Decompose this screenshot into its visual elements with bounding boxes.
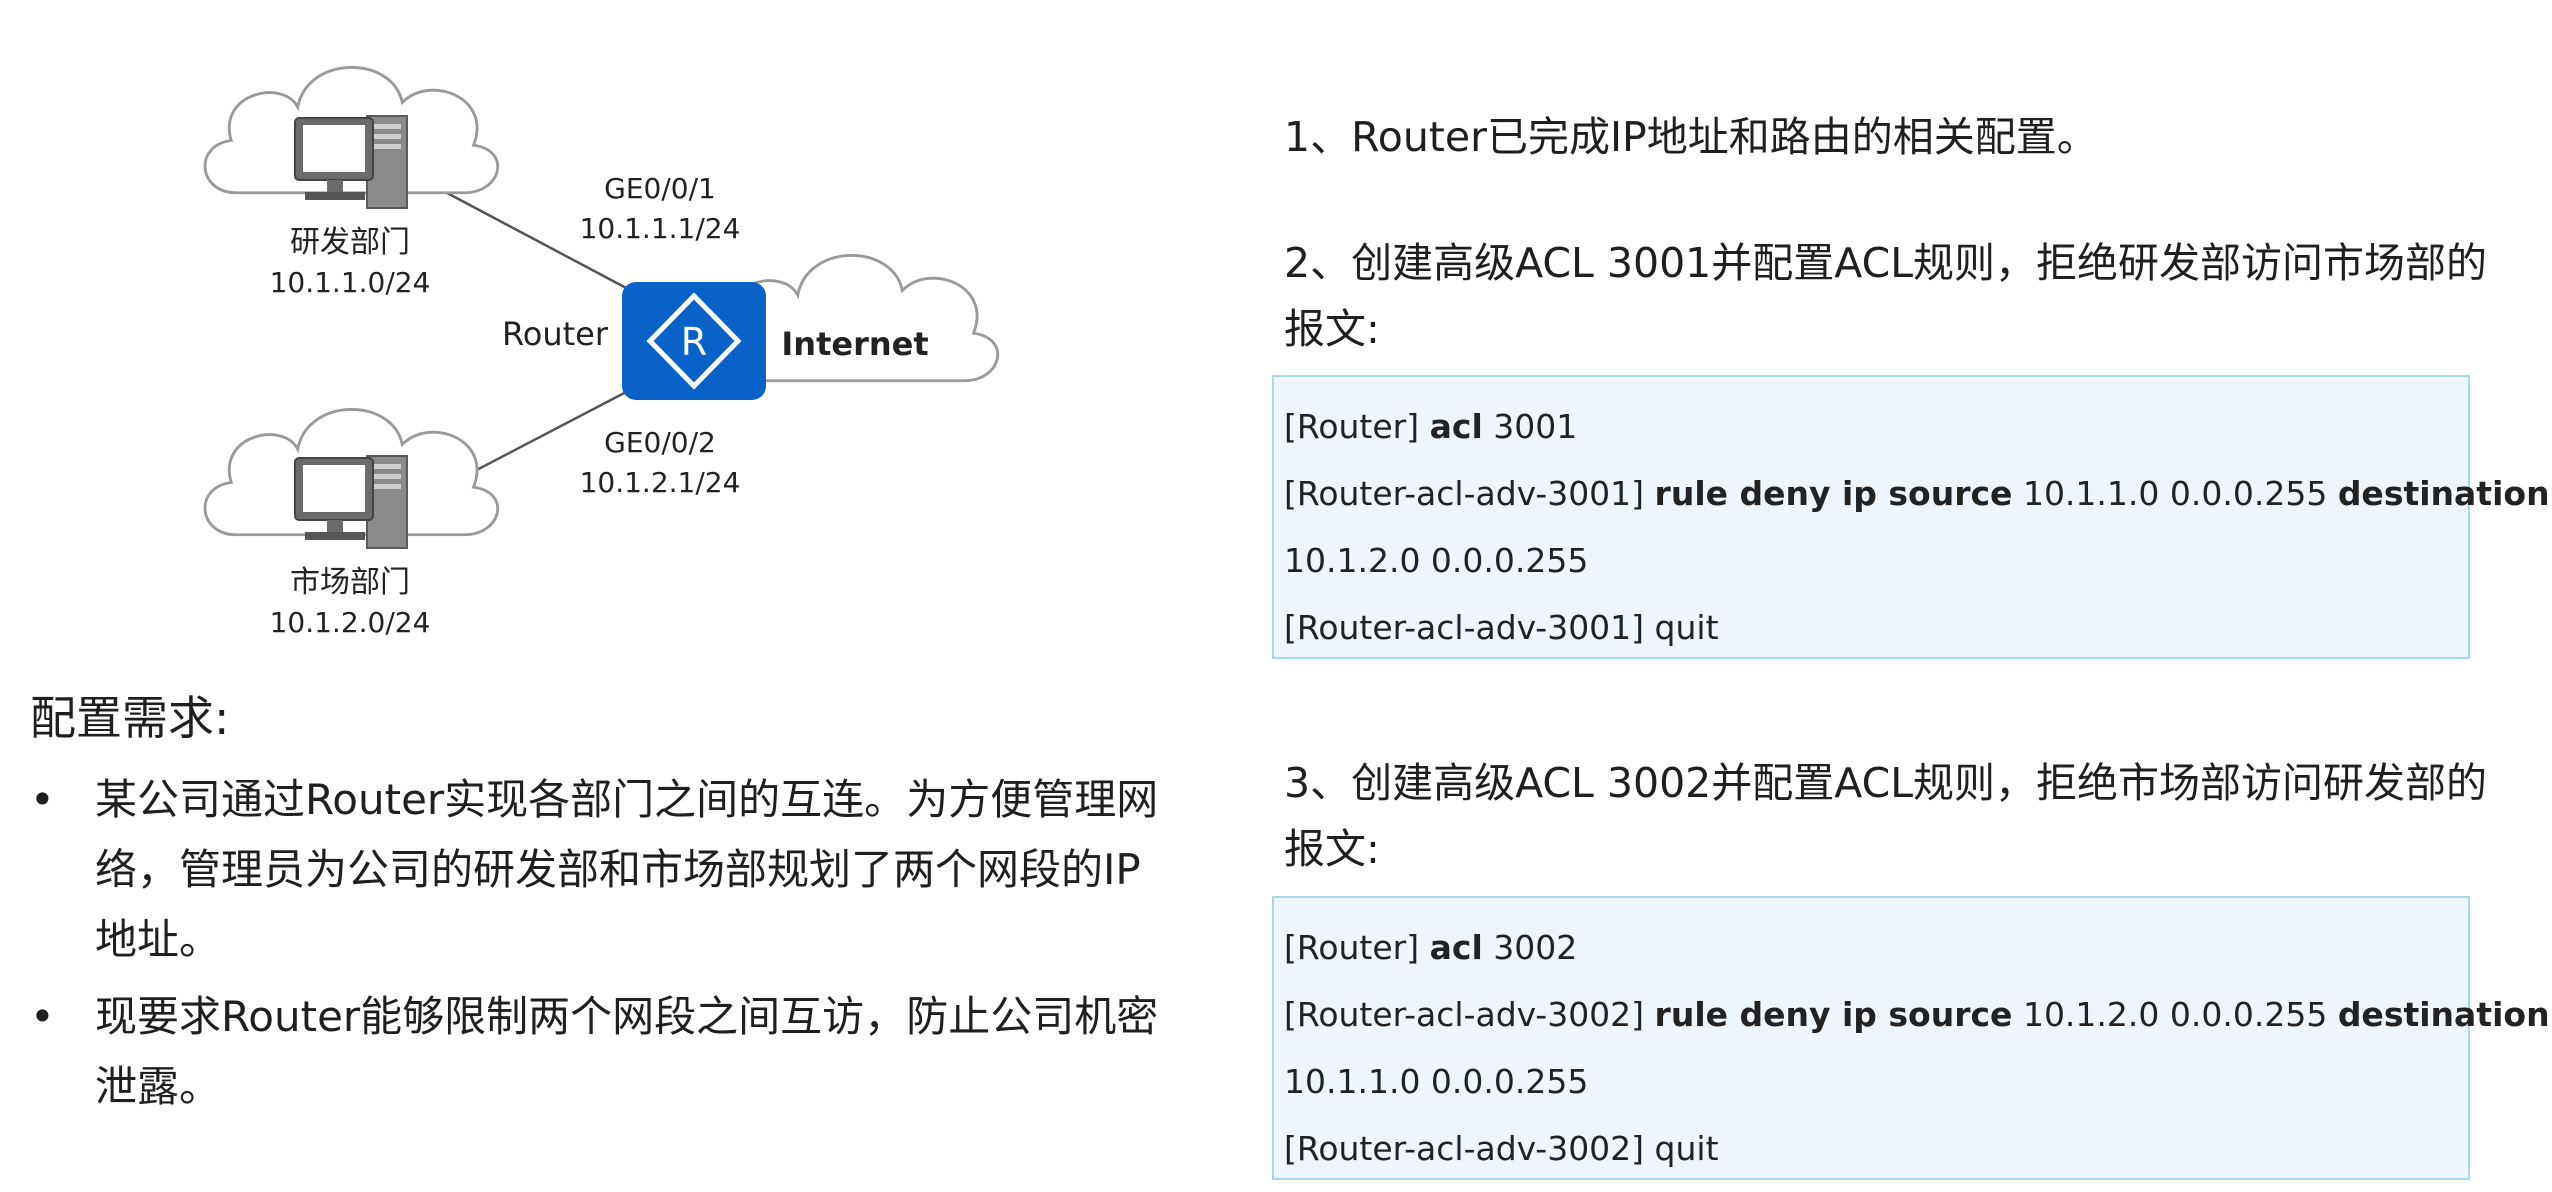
requirement-text: 某公司通过Router实现各部门之间的互连。为方便管理网络，管理员为公司的研发部… — [95, 775, 1159, 964]
requirement-item: • 某公司通过Router实现各部门之间的互连。为方便管理网络，管理员为公司的研… — [30, 765, 1170, 975]
network-diagram: Internet 研发部门 10.1.1.0/24 市场部门 10.1.2.0/… — [203, 66, 1000, 639]
mkt-dept-name: 市场部门 — [290, 565, 410, 600]
step-1-text: 1、Router已完成IP地址和路由的相关配置。 — [1284, 113, 2098, 161]
rd-dept-subnet: 10.1.1.0/24 — [270, 266, 431, 299]
requirement-text: 现要求Router能够限制两个网段之间互访，防止公司机密泄露。 — [95, 992, 1159, 1111]
if-top-name: GE0/0/1 — [604, 172, 716, 205]
code-line: 10.1.2.0 0.0.0.255 — [1284, 541, 1589, 580]
svg-text:R: R — [681, 320, 707, 364]
code-line: 10.1.1.0 0.0.0.255 — [1284, 1062, 1589, 1101]
code-block-acl-3002: [Router] acl 3002 [Router-acl-adv-3002] … — [1272, 896, 2550, 1180]
code-line: [Router-acl-adv-3002] quit — [1284, 1129, 1719, 1168]
code-line: [Router-acl-adv-3001] rule deny ip sourc… — [1284, 474, 2550, 513]
rd-pc-icon — [294, 115, 408, 209]
if-bottom-ip: 10.1.2.1/24 — [580, 466, 741, 499]
requirement-item: • 现要求Router能够限制两个网段之间互访，防止公司机密泄露。 — [30, 982, 1170, 1122]
step-3-text: 3、创建高级ACL 3002并配置ACL规则，拒绝市场部访问研发部的报文: — [1284, 759, 2488, 873]
code-line: [Router-acl-adv-3001] quit — [1284, 608, 1719, 647]
requirements-title: 配置需求: — [30, 691, 230, 745]
step-2-text: 2、创建高级ACL 3001并配置ACL规则，拒绝研发部访问市场部的报文: — [1284, 239, 2488, 353]
if-top-ip: 10.1.1.1/24 — [580, 212, 741, 245]
if-bottom-name: GE0/0/2 — [604, 426, 716, 459]
code-line: [Router-acl-adv-3002] rule deny ip sourc… — [1284, 995, 2550, 1034]
code-line: [Router] acl 3001 — [1284, 407, 1578, 446]
internet-label: Internet — [781, 325, 928, 363]
rd-dept-name: 研发部门 — [290, 225, 410, 260]
mkt-pc-icon — [294, 455, 408, 549]
bullet-dot: • — [30, 775, 55, 824]
code-line: [Router] acl 3002 — [1284, 928, 1578, 967]
bullet-dot: • — [30, 992, 55, 1041]
code-block-acl-3001: [Router] acl 3001 [Router-acl-adv-3001] … — [1272, 375, 2550, 659]
mkt-dept-subnet: 10.1.2.0/24 — [270, 606, 431, 639]
router-icon: R — [622, 282, 766, 400]
router-label: Router — [502, 315, 609, 353]
